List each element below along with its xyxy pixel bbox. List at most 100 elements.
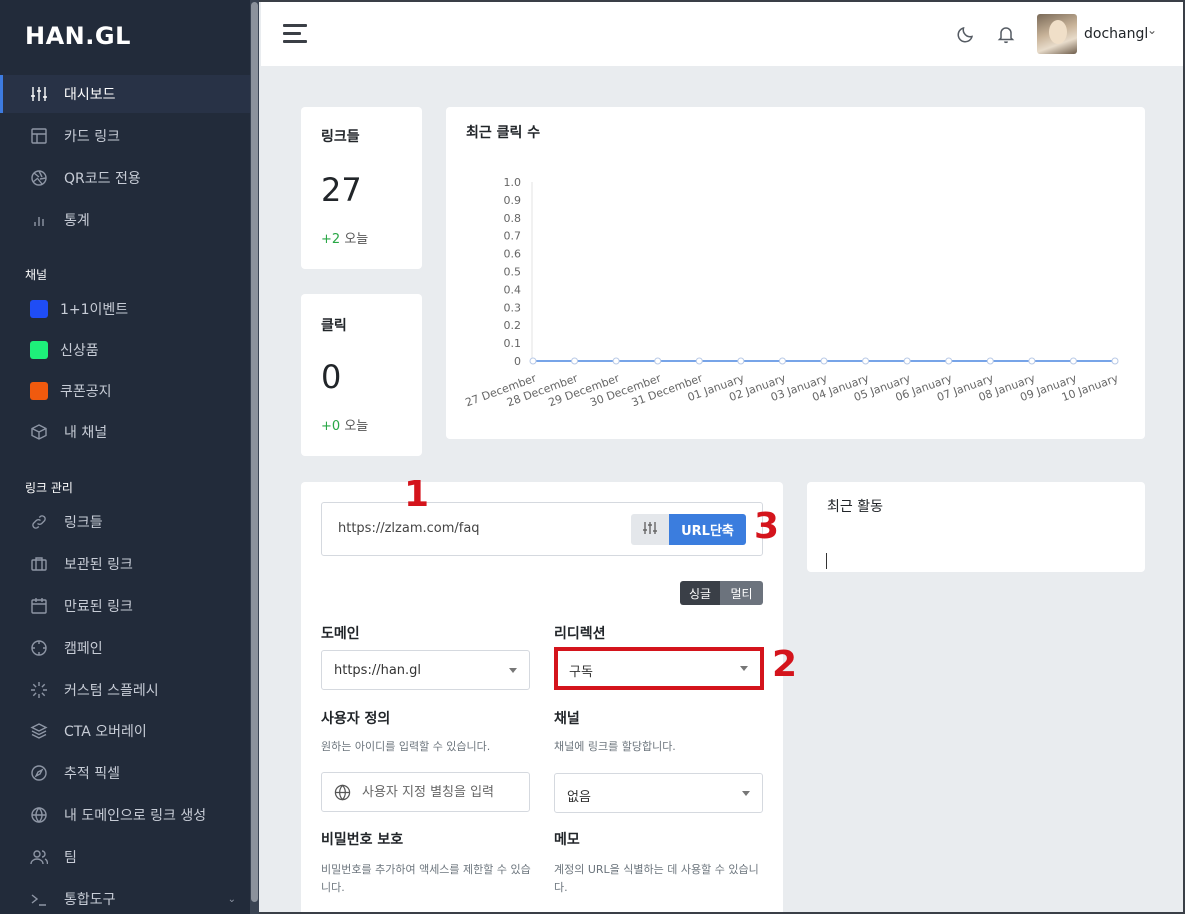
sidebar-item-cta-overlay[interactable]: CTA 오버레이 [0,712,250,750]
data-point[interactable] [737,357,745,365]
options-button[interactable] [631,514,669,545]
sidebar-item-links[interactable]: 링크들 [0,503,250,541]
sidebar-item-qr-code[interactable]: QR코드 전용 [0,159,250,197]
y-tick-label: 0.1 [504,337,522,350]
single-toggle[interactable]: 싱글 [680,581,720,605]
data-point[interactable] [571,357,579,365]
custom-alias-help: 원하는 아이디를 입력할 수 있습니다. [321,740,491,753]
stat-delta-label: 오늘 [344,232,369,247]
data-point[interactable] [903,357,911,365]
box-icon [30,423,48,441]
data-point[interactable] [695,357,703,365]
data-point[interactable] [612,357,620,365]
url-input[interactable]: https://zlzam.com/faq [338,521,480,536]
recent-activity-title: 최근 활동 [827,499,883,515]
crosshair-icon [30,639,48,657]
stat-delta-value: +0 [321,419,341,434]
sidebar-item-channel-3[interactable]: 쿠폰공지 [0,372,250,410]
calendar-icon [30,597,48,615]
domain-select[interactable]: https://han.gl [321,650,530,690]
y-tick-label: 0.3 [504,301,522,314]
loader-icon [30,681,48,699]
sidebar-item-custom-splash[interactable]: 커스텀 스플레시 [0,671,250,709]
y-tick-label: 0.2 [504,319,522,332]
menu-toggle-icon[interactable] [283,24,307,48]
scrollbar-thumb[interactable] [251,2,258,902]
avatar[interactable] [1037,14,1077,54]
sidebar-item-label: 쿠폰공지 [60,384,112,400]
text-cursor [826,553,827,569]
password-label: 비밀번호 보호 [321,832,404,848]
data-point[interactable] [654,357,662,365]
sidebar-item-expired-links[interactable]: 만료된 링크 [0,587,250,625]
chevron-down-icon[interactable]: ⌄ [1147,23,1157,37]
custom-alias-field[interactable] [321,772,530,812]
y-tick-label: 0.7 [504,230,522,243]
sidebar-item-stats[interactable]: 통계 [0,201,250,239]
domain-select-value: https://han.gl [334,663,422,678]
data-point[interactable] [529,357,537,365]
globe-icon [334,784,351,801]
sidebar-item-integrations[interactable]: 통합도구 ⌄ [0,880,250,914]
sidebar-item-team[interactable]: 팀 [0,838,250,876]
y-tick-label: 0 [514,355,521,368]
y-tick-label: 1.0 [504,176,522,189]
section-title-link-management: 링크 관리 [25,481,73,495]
sidebar-item-label: 추적 픽셀 [64,766,120,782]
layout-icon [30,127,48,145]
sidebar-item-custom-domain[interactable]: 내 도메인으로 링크 생성 [0,796,250,834]
annotation-highlight-box [554,647,764,690]
annotation-2: 2 [772,644,798,685]
topbar: dochangl ⌄ [261,2,1183,66]
sidebar-item-label: 통계 [64,213,90,229]
bell-icon[interactable] [996,24,1016,44]
sidebar-item-label: 대시보드 [64,87,116,103]
sidebar-item-card-link[interactable]: 카드 링크 [0,117,250,155]
channel-select[interactable]: 없음 [554,773,763,813]
sidebar-item-tracking-pixel[interactable]: 추적 픽셀 [0,754,250,792]
y-tick-label: 0.8 [504,212,522,225]
stat-delta-value: +2 [321,232,341,247]
logo[interactable]: HAN.GL [25,22,131,50]
data-point[interactable] [945,357,953,365]
data-point[interactable] [862,357,870,365]
custom-alias-input[interactable] [362,781,522,803]
sidebar-item-my-channels[interactable]: 내 채널 [0,413,250,451]
custom-alias-label: 사용자 정의 [321,711,391,727]
briefcase-icon [30,555,48,573]
data-point[interactable] [778,357,786,365]
data-point[interactable] [986,357,994,365]
channel-label: 채널 [554,711,580,727]
stat-delta: +2 오늘 [321,228,368,247]
recent-clicks-card: 최근 클릭 수 0 0.1 0.2 0.3 0.4 0.5 0.6 0.7 0.8 0.9 1.0 2… [446,107,1145,439]
stat-title: 링크들 [321,129,360,145]
sidebar-item-label: 신상품 [60,343,99,359]
aperture-icon [30,169,48,187]
bar-chart-icon [30,211,48,229]
shorten-form-card: https://zlzam.com/faq URL단축 싱글 멀티 도메인 ht… [301,482,783,914]
url-input-group: https://zlzam.com/faq URL단축 [321,502,763,556]
sidebar-item-label: QR코드 전용 [64,171,141,187]
data-point[interactable] [1111,357,1119,365]
sidebar-item-archived-links[interactable]: 보관된 링크 [0,545,250,583]
sidebar-item-dashboard[interactable]: 대시보드 [0,75,250,113]
sidebar-item-channel-2[interactable]: 신상품 [0,331,250,369]
stat-value: 0 [321,358,342,396]
shorten-button[interactable]: URL단축 [669,514,746,545]
sidebar-item-channel-1[interactable]: 1+1이벤트 [0,290,250,328]
channel-color-swatch [30,300,48,318]
link-icon [30,513,48,531]
recent-activity-card: 최근 활동 [807,482,1145,572]
sidebar-scrollbar[interactable] [250,0,259,914]
data-point[interactable] [820,357,828,365]
data-point[interactable] [1069,357,1077,365]
data-point[interactable] [1028,357,1036,365]
username[interactable]: dochangl [1084,26,1148,42]
multi-toggle[interactable]: 멀티 [720,581,763,605]
moon-icon[interactable] [956,24,976,44]
sliders-icon [30,85,48,103]
sidebar-item-campaign[interactable]: 캠페인 [0,629,250,667]
password-help: 비밀번호를 추가하여 액세스를 제한할 수 있습니다. [321,863,531,894]
sidebar-item-label: 카드 링크 [64,129,120,145]
sidebar: HAN.GL 대시보드 카드 링크 QR코드 전용 통계 채널 1+1이벤트 신… [0,0,259,914]
